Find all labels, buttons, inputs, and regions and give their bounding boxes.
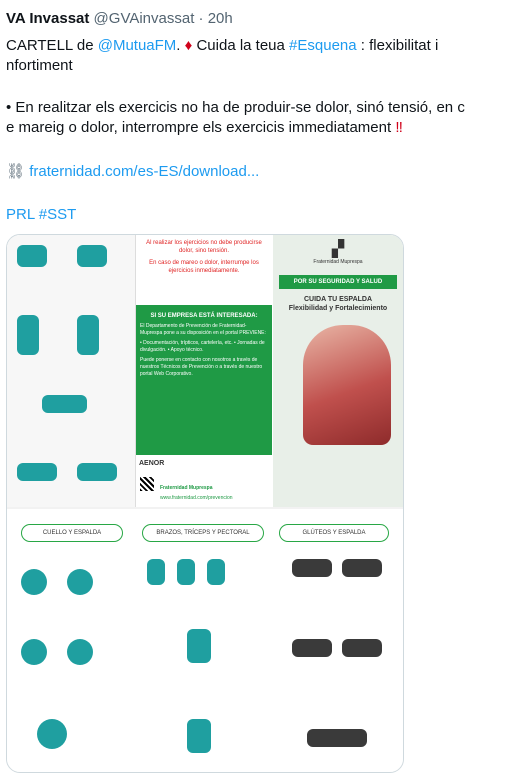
tweet-hashtags[interactable]: PRL #SST (6, 205, 76, 225)
poster-lower: CUELLO Y ESPALDA BRAZOS, TRÍCEPS Y PECTO… (7, 509, 403, 772)
exercise-figure (77, 315, 99, 355)
exercise-figure (342, 639, 382, 657)
exercise-figure (67, 639, 93, 665)
tweet-time[interactable]: 20h (208, 10, 233, 27)
poster-info: Al realizar los ejercicios no debe produ… (136, 235, 272, 507)
text-line-3: En realitzar els exercicis no ha de prod… (15, 99, 465, 116)
exercise-figure (147, 559, 165, 585)
exercise-figure (67, 569, 93, 595)
aenor-label: AENOR (139, 460, 165, 467)
author-handle[interactable]: @GVAinvassat (94, 10, 195, 27)
double-exclamation-icon: ‼ (395, 119, 403, 136)
link-icon: ⛓ (6, 163, 26, 180)
tweet-link-line: ⛓ fraternidad.com/es-ES/download... (6, 162, 259, 182)
poster-exercises-left (7, 235, 136, 507)
exercise-figure (17, 315, 39, 355)
exercise-figure (307, 729, 367, 747)
poster-title: CUIDA TU ESPALDA Flexibilidad y Fortalec… (279, 295, 397, 313)
tweet-image[interactable]: Al realizar los ejercicios no debe produ… (6, 234, 404, 773)
company-info-box: SI SU EMPRESA ESTÁ INTERESADA: El Depart… (136, 305, 272, 455)
tweet: VA Invassat @GVAinvassat · 20h CARTELL d… (0, 0, 511, 773)
tweet-text-line-4: e mareig o dolor, interrompre els exerci… (6, 118, 403, 138)
poster-brand: Fraternidad Muprespa (160, 485, 213, 491)
back-anatomy-illustration (303, 325, 391, 445)
exercise-figure (37, 719, 67, 749)
exercise-figure (292, 559, 332, 577)
exercise-figure (342, 559, 382, 577)
poster-title-line-1: CUIDA TU ESPALDA (303, 296, 373, 303)
company-info-contact: Puede ponerse en contacto con nosotros a… (140, 357, 263, 377)
aenor-block: AENOR Fraternidad Muprespa www.fraternid… (136, 457, 272, 507)
exercise-figure (207, 559, 225, 585)
exercise-figure (21, 569, 47, 595)
company-info-bullets: • Documentación, trípticos, cartelería, … (140, 340, 265, 353)
exercise-figure (21, 639, 47, 665)
poster-upper: Al realizar los ejercicios no debe produ… (7, 235, 403, 507)
warning-text-1: Al realizar los ejercicios no debe produ… (146, 240, 262, 254)
mention-link[interactable]: @MutuaFM (98, 37, 177, 54)
section-glutes: GLÚTEOS Y ESPALDA (279, 524, 389, 542)
exercise-figure (77, 245, 107, 267)
poster-cover: ▞ Fraternidad Muprespa POR SU SEGURIDAD … (273, 235, 403, 507)
qr-code-icon (140, 477, 154, 491)
author-name[interactable]: VA Invassat (6, 10, 89, 27)
poster-warning: Al realizar los ejercicios no debe produ… (136, 235, 272, 303)
tweet-text-line-3: • En realitzar els exercicis no ha de pr… (6, 99, 465, 116)
logo-text: Fraternidad Muprespa (313, 259, 363, 265)
warning-text-2: En caso de mareo o dolor, interrumpe los… (149, 260, 259, 274)
safety-banner: POR SU SEGURIDAD Y SALUD (279, 275, 397, 289)
poster-website: www.fraternidad.com/prevencion (160, 495, 233, 501)
exercise-figure (77, 463, 117, 481)
poster-title-line-2: Flexibilidad y Fortalecimiento (288, 305, 388, 312)
tweet-text-line-2: nfortiment (6, 57, 73, 74)
tweet-header: VA Invassat @GVAinvassat · 20h (6, 10, 233, 27)
exercise-figure (177, 559, 195, 585)
company-info-text: El Departamento de Prevención de Fratern… (140, 323, 266, 336)
exercise-figure (42, 395, 87, 413)
section-arms: BRAZOS, TRÍCEPS Y PECTORAL (142, 524, 264, 542)
text-suffix: : flexibilitat i (356, 37, 439, 54)
fraternidad-logo: ▞ Fraternidad Muprespa (313, 241, 363, 265)
tweet-text-line-1: CARTELL de @MutuaFM. ♦ Cuida la teua #Es… (6, 37, 439, 54)
exercise-figure (187, 719, 211, 753)
exercise-figure (17, 463, 57, 481)
company-info-title: SI SU EMPRESA ESTÁ INTERESADA: (150, 313, 258, 319)
external-link[interactable]: fraternidad.com/es-ES/download... (29, 163, 259, 180)
text-mid: Cuida la teua (192, 37, 290, 54)
exercise-figure (187, 629, 211, 663)
section-neck-back: CUELLO Y ESPALDA (21, 524, 123, 542)
separator: · (198, 10, 204, 27)
exercise-figure (17, 245, 47, 267)
text-line-4: e mareig o dolor, interrompre els exerci… (6, 119, 396, 136)
hashtag-esquena[interactable]: #Esquena (289, 37, 357, 54)
text-prefix: CARTELL de (6, 37, 98, 54)
exercise-figure (292, 639, 332, 657)
